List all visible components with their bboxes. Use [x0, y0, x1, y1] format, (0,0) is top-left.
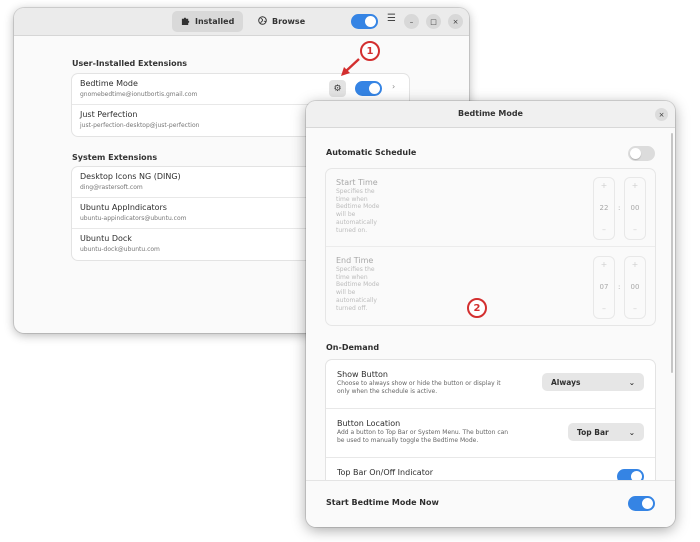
end-minute-spinner[interactable]: + 00 –	[625, 257, 645, 318]
start-now-label: Start Bedtime Mode Now	[326, 498, 439, 507]
user-extensions-heading: User-Installed Extensions	[72, 59, 188, 68]
system-extensions-heading: System Extensions	[72, 153, 158, 162]
chevron-right-icon[interactable]: ›	[392, 82, 395, 91]
button-location-title: Button Location	[337, 419, 401, 428]
end-hour-spinner[interactable]: + 07 –	[594, 257, 614, 318]
schedule-card: Start Time Specifies the time when Bedti…	[326, 169, 655, 325]
hamburger-menu-icon[interactable]: ☰	[387, 13, 396, 24]
chevron-down-icon: ⌄	[628, 427, 635, 437]
indicator-title: Top Bar On/Off Indicator	[337, 468, 434, 477]
annotation-marker-1: 1	[360, 41, 380, 61]
chevron-down-icon: ⌄	[628, 377, 635, 387]
dialog-title: Bedtime Mode	[458, 109, 523, 118]
automatic-schedule-title: Automatic Schedule	[326, 148, 417, 157]
start-hour-value: 22	[599, 204, 609, 212]
extension-toggle[interactable]	[355, 81, 382, 96]
tab-browse[interactable]: Browse	[249, 11, 314, 32]
show-button-dropdown[interactable]: Always ⌄	[542, 373, 644, 391]
increment-button[interactable]: +	[625, 260, 645, 269]
settings-gear-button[interactable]: ⚙	[329, 80, 346, 97]
button-location-dropdown[interactable]: Top Bar ⌄	[568, 423, 644, 441]
bedtime-mode-dialog: Bedtime Mode × Automatic Schedule Start …	[306, 101, 675, 527]
minimize-button[interactable]: –	[404, 14, 419, 29]
end-time-desc: Specifies the time when Bedtime Mode wil…	[336, 266, 380, 312]
show-button-title: Show Button	[337, 370, 388, 379]
tab-installed-label: Installed	[195, 17, 235, 26]
decrement-button[interactable]: –	[594, 304, 614, 313]
start-minute-value: 00	[630, 204, 640, 212]
gear-icon: ⚙	[333, 83, 342, 94]
time-separator: :	[618, 283, 621, 291]
on-demand-title: On-Demand	[326, 343, 380, 352]
start-minute-spinner[interactable]: + 00 –	[625, 178, 645, 239]
show-button-value: Always	[551, 377, 581, 387]
increment-button[interactable]: +	[594, 260, 614, 269]
start-time-row: Start Time Specifies the time when Bedti…	[326, 169, 655, 247]
decrement-button[interactable]: –	[625, 304, 645, 313]
extensions-headerbar: Installed Browse ☰ – □ ×	[14, 8, 469, 36]
tab-browse-label: Browse	[272, 17, 306, 26]
scrollbar[interactable]	[671, 133, 673, 373]
time-separator: :	[618, 204, 621, 212]
globe-icon	[258, 16, 267, 27]
increment-button[interactable]: +	[594, 181, 614, 190]
start-hour-spinner[interactable]: + 22 –	[594, 178, 614, 239]
start-now-bar: Start Bedtime Mode Now	[306, 480, 675, 527]
start-time-label: Start Time	[336, 178, 378, 187]
on-demand-card: Show Button Choose to always show or hid…	[326, 360, 655, 500]
extension-name: Bedtime Mode	[80, 79, 138, 88]
button-location-row: Button Location Add a button to Top Bar …	[326, 409, 655, 458]
show-button-desc: Choose to always show or hide the button…	[337, 380, 501, 395]
end-time-row: End Time Specifies the time when Bedtime…	[326, 247, 655, 325]
show-button-row: Show Button Choose to always show or hid…	[326, 360, 655, 409]
dialog-close-button[interactable]: ×	[655, 108, 668, 121]
extension-uuid: gnomebedtime@ionutbortis.gmail.com	[80, 91, 198, 98]
decrement-button[interactable]: –	[625, 225, 645, 234]
automatic-schedule-switch[interactable]	[628, 146, 655, 161]
end-minute-value: 00	[630, 283, 640, 291]
puzzle-icon	[181, 16, 190, 27]
end-hour-value: 07	[599, 283, 609, 291]
tab-installed[interactable]: Installed	[172, 11, 244, 32]
end-time-label: End Time	[336, 256, 374, 265]
start-time-desc: Specifies the time when Bedtime Mode wil…	[336, 188, 380, 234]
button-location-desc: Add a button to Top Bar or System Menu. …	[337, 429, 509, 444]
increment-button[interactable]: +	[625, 181, 645, 190]
button-location-value: Top Bar	[577, 427, 609, 437]
start-now-switch[interactable]	[628, 496, 655, 511]
dialog-headerbar: Bedtime Mode ×	[306, 101, 675, 128]
maximize-button[interactable]: □	[426, 14, 441, 29]
close-window-button[interactable]: ×	[448, 14, 463, 29]
annotation-marker-2: 2	[467, 298, 487, 318]
annotation-arrow-icon	[341, 58, 360, 76]
extensions-master-toggle[interactable]	[351, 14, 378, 29]
decrement-button[interactable]: –	[594, 225, 614, 234]
